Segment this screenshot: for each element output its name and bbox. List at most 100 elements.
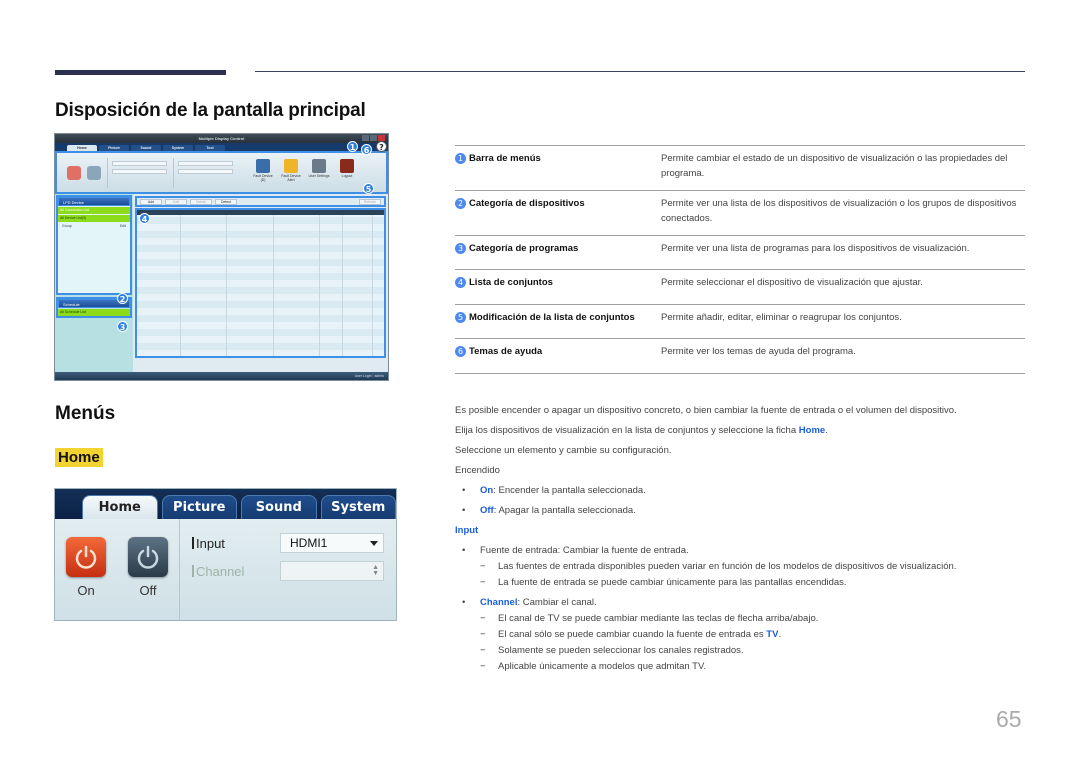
callout-badge-4: 4 [139, 213, 150, 224]
paragraph: Elija los dispositivos de visualización … [455, 424, 1025, 444]
input-channel-fields [107, 157, 167, 188]
user-settings-label: User Settings [308, 174, 330, 178]
note: El canal de TV se puede cambiar mediante… [455, 612, 1025, 628]
legend-name: 4 Lista de conjuntos [455, 275, 661, 304]
note: La fuente de entrada se puede cambiar ún… [455, 576, 1025, 596]
legend-number: 3 [455, 243, 466, 254]
chevron-down-icon [370, 541, 378, 546]
menus-title: Menús [55, 403, 116, 424]
legend-number: 1 [455, 153, 466, 164]
legend-label: Modificación de la lista de conjuntos [469, 312, 635, 323]
legend-row: 1 Barra de menús Permite cambiar el estad… [455, 145, 1025, 190]
section-title: Disposición de la pantalla principal [55, 100, 366, 121]
callout-badge-1: 1 [347, 141, 358, 152]
power-on-icon [67, 165, 81, 180]
detect-button: Detect [215, 198, 237, 205]
header-rule-thin [255, 71, 1025, 72]
device-category-box: LFD Device All Connection List All Devic… [56, 195, 132, 295]
legend-label: Categoría de dispositivos [469, 198, 585, 209]
set-list-grid [135, 208, 386, 358]
fault-alert-item: Fault Device Alert [280, 159, 302, 182]
power-group: On Off [55, 519, 180, 620]
minimize-icon [362, 135, 369, 141]
refresh-button: Refresh [359, 198, 381, 205]
legend-label: Lista de conjuntos [469, 277, 553, 288]
group-label: Group [62, 224, 72, 228]
app-body: LFD Device All Connection List All Devic… [55, 194, 388, 372]
fault-device-icon [256, 159, 270, 173]
legend-name: 5 Modificación de la lista de conjuntos [455, 310, 661, 338]
alert-icon [284, 159, 298, 173]
home-description: Es posible encender o apagar un disposit… [455, 404, 1025, 676]
channel-field [112, 168, 167, 174]
app-status-bar: User Login : admin [55, 372, 388, 380]
edit-button: Edit [165, 198, 187, 205]
off-label: Off [139, 583, 157, 598]
fault-device-label: Fault Device (D) [253, 174, 273, 182]
legend-number: 2 [455, 198, 466, 209]
note: Aplicable únicamente a modelos que admit… [455, 660, 1025, 676]
spinner-icon: ▲ ▼ [372, 564, 379, 577]
group-edit: Edit [119, 224, 126, 228]
channel-stepper: ▲ ▼ [280, 561, 384, 581]
tv-term: TV [766, 629, 779, 640]
power-off-control: Off [128, 537, 168, 620]
bullet-on: On: Encender la pantalla seleccionada. [455, 484, 1025, 504]
fault-device-item: Fault Device (D) [252, 159, 274, 182]
callout-badge-5: 5 [363, 183, 374, 194]
note: Solamente se pueden seleccionar los cana… [455, 644, 1025, 660]
help-icon: ? [376, 141, 387, 152]
power-off-icon [128, 537, 168, 577]
legend-description: Permite ver una lista de los dispositivo… [661, 198, 1017, 224]
on-label: On [77, 583, 95, 598]
text: : Cambiar el canal. [517, 597, 597, 608]
lfd-device-header: LFD Device [58, 197, 130, 206]
text: Elija los dispositivos de visualización … [455, 425, 799, 436]
callout-badge-2: 2 [117, 293, 128, 304]
legend-number: 4 [455, 277, 466, 288]
header-rule-thick [55, 70, 226, 75]
group-row: Group Edit [58, 222, 130, 230]
input-channel-group: Input HDMI1 Channel ▲ ▼ [180, 519, 396, 620]
paragraph: Es posible encender o apagar un disposit… [455, 405, 957, 416]
home-menu-body: On Off Input HDMI1 Channel ▲ ▼ [55, 519, 396, 620]
volume-fields [173, 157, 233, 188]
fault-alert-label: Fault Device Alert [281, 174, 301, 182]
legend-description: Permite ver una lista de programas para … [661, 243, 970, 254]
on-term: On [480, 485, 494, 496]
input-field [112, 160, 167, 166]
channel-row: Channel ▲ ▼ [192, 561, 396, 581]
text: : Encender la pantalla seleccionada. [493, 485, 646, 496]
app-title: Multiple Display Control [198, 136, 245, 141]
text: : Apagar la pantalla seleccionada. [493, 505, 636, 516]
bullet-off: Off: Apagar la pantalla seleccionada. [455, 504, 1025, 524]
all-device-list: All Device List(0) [58, 215, 130, 222]
input-select: HDMI1 [280, 533, 384, 553]
text: . [778, 629, 782, 640]
off-term: Off [480, 505, 494, 516]
user-settings-icon [312, 159, 326, 173]
text: El canal sólo se puede cambiar cuando la… [498, 629, 767, 640]
tab-sound: Sound [241, 495, 317, 519]
legend-description: Permite ver los temas de ayuda del progr… [661, 346, 856, 357]
input-subheading: Input [455, 525, 479, 536]
grid-columns [137, 215, 384, 356]
power-on-icon [66, 537, 106, 577]
input-row: Input HDMI1 [192, 533, 396, 553]
channel-label: Channel [192, 564, 280, 579]
legend-label: Barra de menús [469, 153, 541, 164]
callout-badge-6: 6 [361, 144, 372, 155]
app-ribbon: Fault Device (D) Fault Device Alert User… [55, 151, 388, 194]
legend-name: 1 Barra de menús [455, 151, 661, 190]
all-schedule-list: All Schedule List [58, 309, 130, 316]
logout-item: Logout [336, 159, 358, 182]
legend-description: Permite seleccionar el dispositivo de vi… [661, 277, 923, 288]
add-button: Add [140, 198, 162, 205]
legend-description: Permite añadir, editar, eliminar o reagr… [661, 312, 902, 323]
maximize-icon [370, 135, 377, 141]
tab-picture: Picture [161, 495, 237, 519]
legend-row: 4 Lista de conjuntos Permite seleccionar … [455, 269, 1025, 304]
tab-home: Home [82, 495, 158, 519]
legend-row: 3 Categoría de programas Permite ver una … [455, 235, 1025, 269]
app-menu-tabs: Home Picture Sound System Tool [55, 143, 388, 151]
